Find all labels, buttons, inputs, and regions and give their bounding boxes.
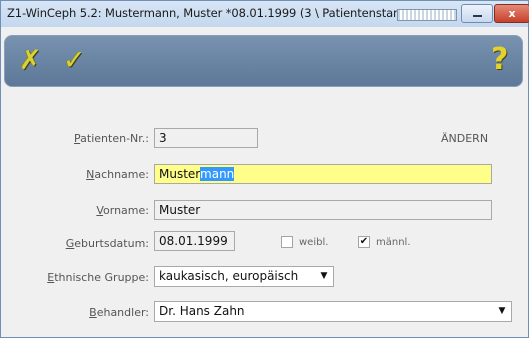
chevron-down-icon[interactable]: ▼ xyxy=(316,268,332,285)
ethnische-gruppe-select[interactable]: kaukasisch, europäisch ▼ xyxy=(154,266,334,287)
behandler-label: Behandler: xyxy=(89,306,149,319)
ethnische-gruppe-label: Ethnische Gruppe: xyxy=(47,271,149,284)
window-title: Z1-WinCeph 5.2: Mustermann, Muster *08.0… xyxy=(7,6,416,20)
geburtsdatum-field[interactable]: 08.01.1999 xyxy=(154,231,235,251)
ok-check-icon[interactable]: ✓ xyxy=(63,46,86,76)
ethnische-gruppe-value: kaukasisch, europäisch xyxy=(159,269,299,283)
title-bar[interactable]: Z1-WinCeph 5.2: Mustermann, Muster *08.0… xyxy=(1,1,529,27)
vorname-field[interactable]: Muster xyxy=(154,200,492,220)
weiblich-label: weibl. xyxy=(299,237,329,248)
selected-text: mann xyxy=(200,167,235,181)
chevron-down-icon[interactable]: ▼ xyxy=(494,303,510,320)
behandler-value: Dr. Hans Zahn xyxy=(159,304,245,318)
patient-nr-label: Patienten-Nr.: xyxy=(74,132,149,145)
maennlich-label: männl. xyxy=(376,237,411,248)
title-decoration xyxy=(397,9,457,21)
patient-nr-field[interactable]: 3 xyxy=(154,128,258,148)
vorname-label: Vorname: xyxy=(96,204,149,217)
nachname-field[interactable]: Mustermann xyxy=(154,164,492,184)
maennlich-checkbox[interactable]: ✔ xyxy=(358,236,370,248)
help-question-icon[interactable]: ? xyxy=(491,44,508,76)
app-window: Z1-WinCeph 5.2: Mustermann, Muster *08.0… xyxy=(0,0,529,338)
cancel-icon[interactable]: ✗ xyxy=(19,46,42,76)
behandler-select[interactable]: Dr. Hans Zahn ▼ xyxy=(154,301,512,322)
mode-status: ÄNDERN xyxy=(441,132,489,145)
toolbar: ✗ ✓ ? xyxy=(4,35,523,87)
minimize-button[interactable] xyxy=(461,4,493,23)
nachname-label: Nachname: xyxy=(86,168,149,181)
geburtsdatum-label: Geburtsdatum: xyxy=(65,237,149,250)
close-button[interactable]: x xyxy=(494,4,529,23)
weiblich-checkbox[interactable] xyxy=(281,236,293,248)
